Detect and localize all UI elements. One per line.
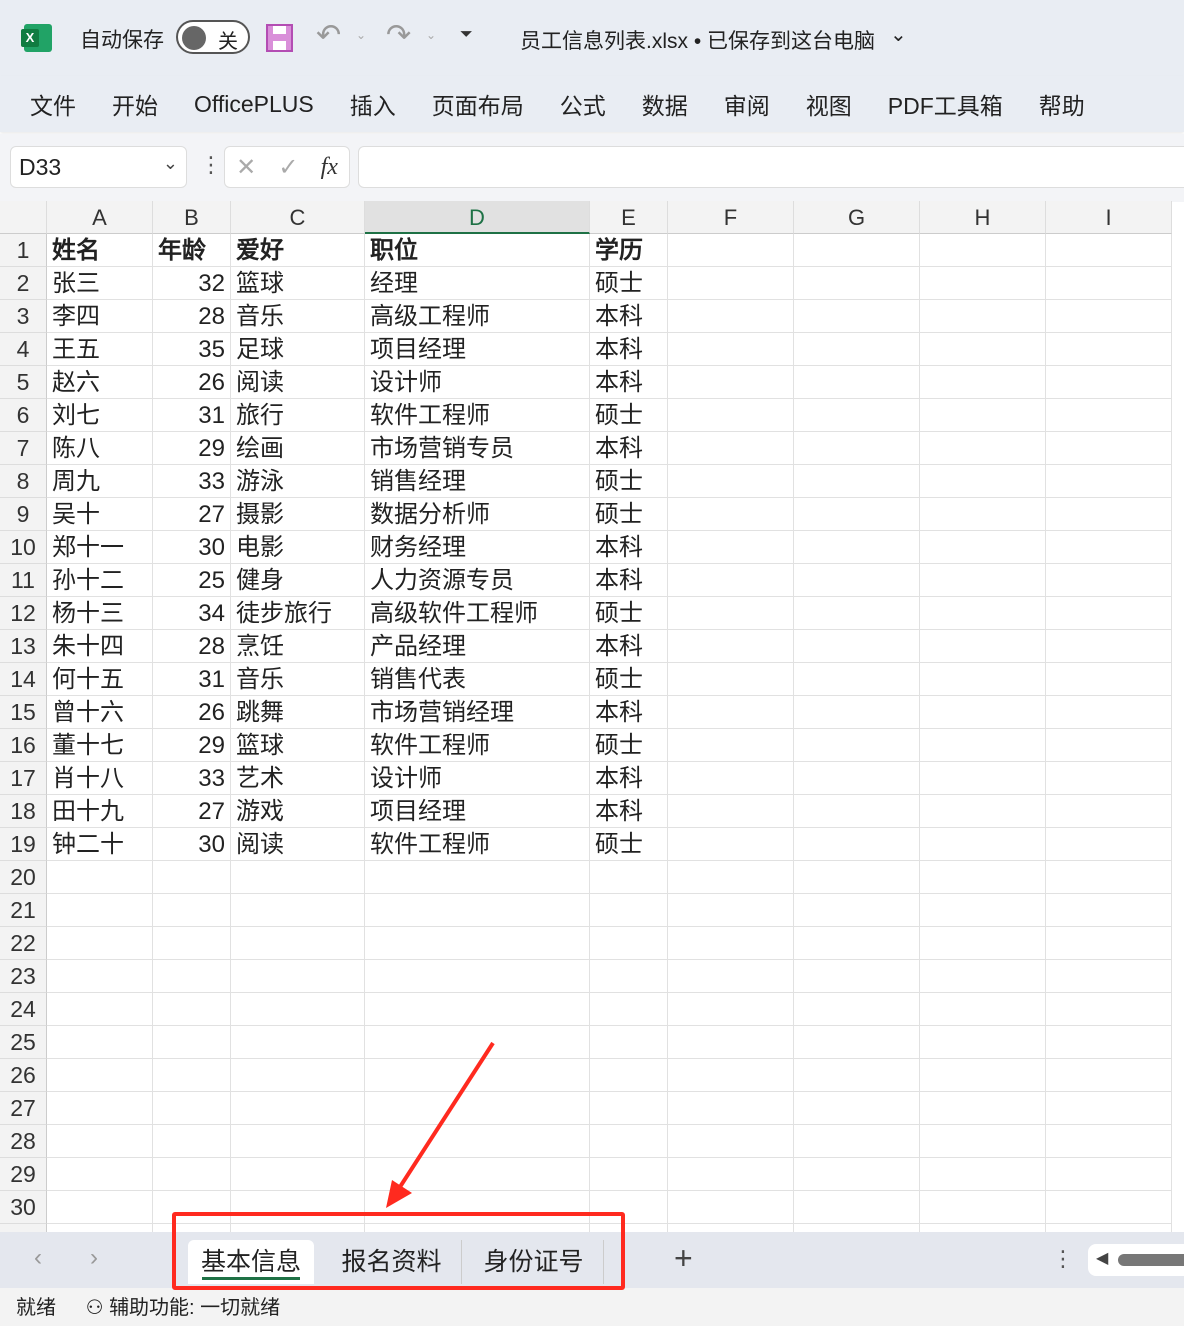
annotation-arrow [386,1041,495,1208]
